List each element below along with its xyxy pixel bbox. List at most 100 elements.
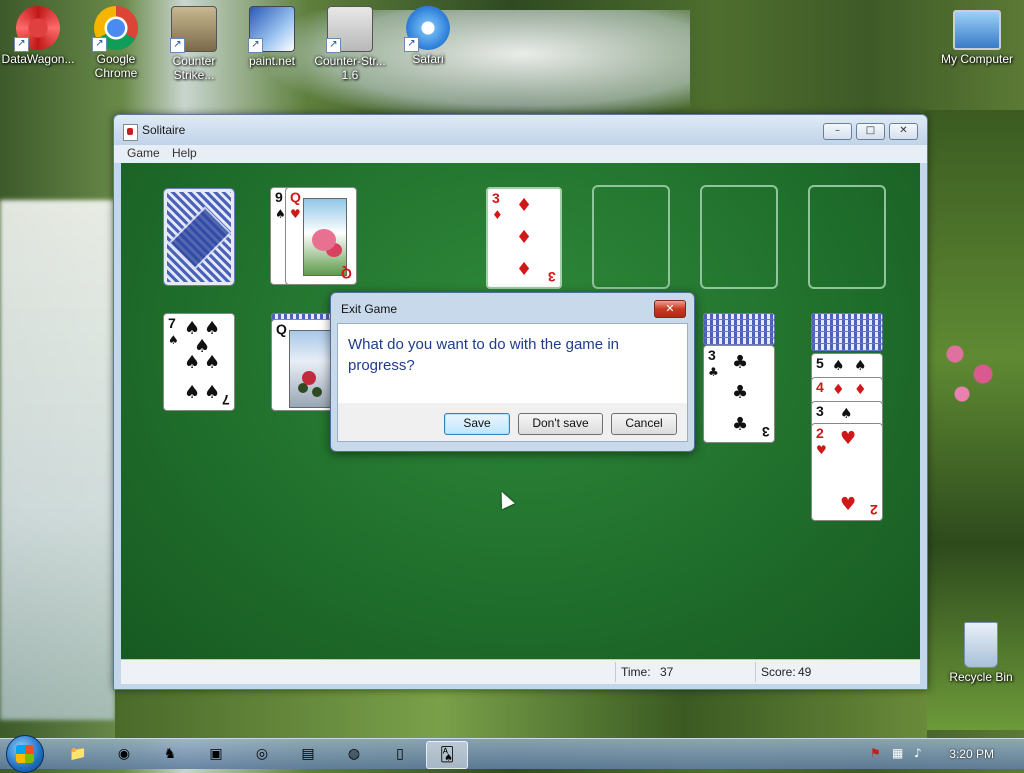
- card-rank: 5: [816, 355, 824, 371]
- desktop-icon-label: My Computer: [940, 52, 1014, 66]
- card-rank: 3: [492, 190, 500, 206]
- taskbar-paint-net-icon[interactable]: ▣: [196, 741, 236, 767]
- dont-save-button[interactable]: Don't save: [518, 413, 603, 435]
- shortcut-arrow-icon: ↗: [326, 38, 341, 53]
- shortcut-arrow-icon: ↗: [92, 37, 107, 52]
- time-value: 37: [660, 665, 674, 679]
- taskbar-notepad-icon[interactable]: ▯: [380, 741, 420, 767]
- exit-game-dialog: Exit Game ✕ What do you want to do with …: [330, 292, 695, 452]
- taskbar-app-icon[interactable]: ◍: [334, 741, 374, 767]
- time-label: Time:: [621, 665, 651, 679]
- flowers: [934, 330, 1004, 410]
- card-rank: 7: [168, 315, 176, 331]
- cancel-button[interactable]: Cancel: [611, 413, 677, 435]
- dialog-close-button[interactable]: ✕: [654, 300, 686, 318]
- desktop-icon-label: Safari: [412, 52, 444, 66]
- diamond-icon: ♦: [832, 382, 845, 398]
- counter-strike-icon: ↗: [170, 6, 217, 53]
- card-rank: 2: [816, 425, 824, 441]
- desktop-icon-counter-strike-16[interactable]: ↗ Counter-Str... 1.6: [312, 6, 388, 82]
- facedown-card-edge: [811, 343, 883, 351]
- desktop-icon-label: DataWagon...: [1, 52, 75, 66]
- save-button[interactable]: Save: [444, 413, 510, 435]
- desktop-icon-label: Recycle Bin: [949, 670, 1013, 684]
- stock-pile[interactable]: [163, 188, 235, 286]
- heart-icon: ♥: [840, 494, 857, 515]
- desktop-icon-paint-net[interactable]: ↗ paint.net: [234, 6, 310, 68]
- taskbar-explorer-icon[interactable]: 📁: [58, 741, 98, 767]
- tableau-6-card-4[interactable]: 2 ♥ ♥ ♥ 2: [811, 423, 883, 521]
- spade-icon: ♠: [204, 382, 221, 403]
- card-rank: 4: [816, 379, 824, 395]
- diamond-icon: ♦: [516, 227, 533, 248]
- shortcut-arrow-icon: ↗: [404, 37, 419, 52]
- card-rank-bottom: 3: [762, 424, 770, 440]
- desktop-icon-label: paint.net: [248, 54, 296, 68]
- status-bar: Time: 37 Score: 49: [121, 659, 920, 684]
- minimize-button[interactable]: –: [823, 123, 852, 140]
- desktop-icon-chrome[interactable]: ↗ Google Chrome: [78, 6, 154, 80]
- spade-icon: ♠: [854, 358, 867, 374]
- diamond-icon: ♦: [854, 382, 867, 398]
- tableau-5-card[interactable]: 3 ♣ ♣ ♣ ♣ 3: [703, 345, 775, 443]
- start-button[interactable]: [6, 735, 44, 773]
- dialog-title: Exit Game: [341, 302, 398, 316]
- tableau-1-card[interactable]: 7 ♠ ♠ ♠ ♠ ♠ ♠ ♠ ♠ 7: [163, 313, 235, 411]
- queen-face-art: [289, 330, 333, 408]
- maximize-button[interactable]: □: [856, 123, 885, 140]
- menu-help[interactable]: Help: [172, 146, 197, 160]
- taskbar-solitaire-icon[interactable]: 🂡: [426, 741, 468, 769]
- foundation-1[interactable]: 3 ♦ ♦ ♦ ♦ 3: [486, 187, 562, 289]
- shortcut-arrow-icon: ↗: [14, 37, 29, 52]
- foundation-3[interactable]: [700, 185, 778, 289]
- club-icon: ♣: [732, 414, 749, 435]
- card-rank-bottom: Q: [341, 266, 352, 282]
- close-window-button[interactable]: ✕: [889, 123, 918, 140]
- window-titlebar[interactable]: Solitaire – □ ✕: [114, 115, 927, 145]
- spade-icon: ♠: [184, 382, 201, 403]
- heart-icon: ♥: [840, 428, 857, 449]
- datawagon-icon: ↗: [14, 6, 60, 52]
- desktop-icon-label: Google Chrome: [94, 52, 138, 80]
- club-icon: ♣: [732, 352, 749, 373]
- volume-icon[interactable]: ♪: [914, 746, 922, 760]
- desktop-icon-label: Counter Strike...: [172, 54, 216, 82]
- menu-game[interactable]: Game: [127, 146, 160, 160]
- desktop-icon-counter-strike[interactable]: ↗ Counter Strike...: [156, 6, 232, 82]
- menu-bar: Game Help: [114, 145, 927, 163]
- window-title: Solitaire: [142, 123, 186, 137]
- taskbar-counter-strike-icon[interactable]: ♞: [150, 741, 190, 767]
- desktop-icon-safari[interactable]: ↗ Safari: [390, 6, 466, 66]
- action-center-icon[interactable]: ⚑: [870, 746, 881, 760]
- desktop-icon-label: Counter-Str... 1.6: [314, 54, 386, 82]
- foundation-4[interactable]: [808, 185, 886, 289]
- taskbar-network-icon[interactable]: ◎: [242, 741, 282, 767]
- card-rank-bottom: 2: [870, 502, 878, 518]
- solitaire-app-icon: [123, 124, 138, 141]
- computer-icon: [953, 10, 1001, 50]
- spade-icon: ♠: [168, 333, 179, 347]
- card-rank: 9: [275, 189, 283, 205]
- desktop-icon-datawagon[interactable]: ↗ DataWagon...: [0, 6, 76, 66]
- card-rank-bottom: 7: [222, 392, 230, 408]
- heart-icon: ♥: [816, 443, 827, 457]
- safari-icon: ↗: [404, 6, 450, 52]
- waste-card-top[interactable]: Q ♥ Q: [285, 187, 357, 285]
- facedown-card-edge: [703, 337, 775, 345]
- club-icon: ♣: [708, 365, 719, 379]
- dialog-footer: Save Don't save Cancel: [337, 403, 688, 442]
- clock[interactable]: 3:20 PM: [949, 747, 994, 761]
- status-divider: [755, 662, 756, 682]
- score-value: 49: [798, 665, 812, 679]
- shortcut-arrow-icon: ↗: [248, 38, 263, 53]
- heart-icon: ♥: [290, 207, 301, 221]
- paint-net-icon: ↗: [248, 6, 295, 53]
- foundation-2[interactable]: [592, 185, 670, 289]
- taskbar-chrome-icon[interactable]: ◉: [104, 741, 144, 767]
- chrome-icon: ↗: [92, 6, 138, 52]
- desktop-icon-my-computer[interactable]: My Computer: [936, 10, 1018, 66]
- network-icon[interactable]: ▦: [892, 746, 903, 760]
- taskbar-media-icon[interactable]: ▤: [288, 741, 328, 767]
- windows-logo-icon: [16, 745, 34, 763]
- desktop-icon-recycle-bin[interactable]: Recycle Bin: [940, 622, 1022, 684]
